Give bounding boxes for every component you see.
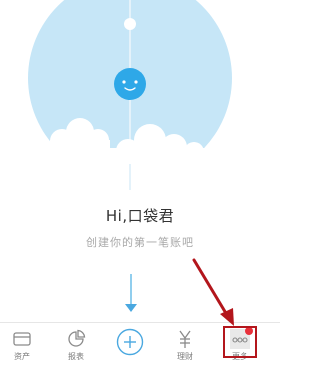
greeting-title: Hi,口袋君 (105, 207, 175, 225)
wallet-icon (13, 332, 31, 346)
add-record-button[interactable] (116, 328, 144, 356)
smiley-face-icon (114, 68, 146, 100)
top-dot (124, 18, 136, 30)
yen-icon (179, 330, 191, 348)
tab-finance[interactable]: 理财 (163, 323, 207, 367)
down-arrow-icon (125, 274, 137, 312)
create-first-entry-hint: 创建你的第一笔账吧 (86, 236, 194, 249)
tab-reports[interactable]: 报表 (54, 323, 98, 367)
annotation-highlight-box (223, 326, 257, 358)
tab-finance-label: 理财 (177, 352, 193, 361)
pie-chart-icon (68, 329, 86, 347)
annotation-arrow (192, 258, 234, 326)
tab-assets-label: 资产 (14, 352, 30, 361)
hero-illustration (28, 0, 232, 190)
tab-reports-label: 报表 (68, 352, 84, 361)
tab-assets[interactable]: 资产 (0, 323, 44, 367)
